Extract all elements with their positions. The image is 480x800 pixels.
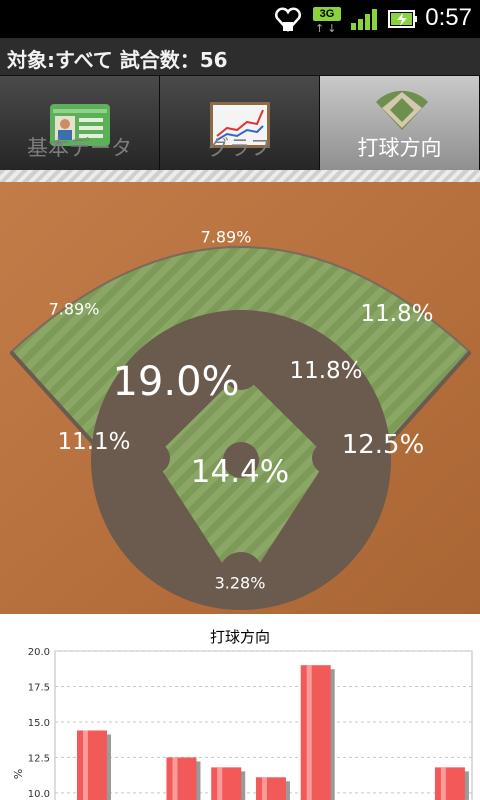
pct-first-base: 12.5% [341,430,425,460]
bar-highlight [217,767,223,800]
pct-right-center-infield: 11.8% [289,358,363,384]
signal-icon [351,9,377,30]
bar-highlight [172,757,178,800]
y-tick-label: 17.5 [28,682,50,693]
bar-highlight [83,730,88,800]
hit-direction-field: 7.89% 7.89% 11.8% 19.0% 11.8% 11.1% 12.5… [0,182,480,614]
clock: 0:57 [425,4,472,31]
tab-hit-direction-label: 打球方向 [357,136,442,160]
status-bar: 3G ↑↓ 0:57 [0,0,480,38]
bar [434,767,465,800]
battery-charging-icon [388,10,417,28]
page-title: 対象:すべて 試合数：56 [7,48,228,72]
bar-highlight [261,777,267,800]
title-bar: 対象:すべて 試合数：56 [0,38,480,76]
network-type-badge: 3G [313,7,341,21]
y-tick-label: 20.0 [28,647,50,658]
y-tick-label: 12.5 [28,753,50,764]
bar [211,767,242,800]
bar [166,757,197,800]
baseball-field-icon [376,90,428,130]
pct-left-far: 7.89% [48,299,100,319]
pct-pitcher: 14.4% [190,454,290,490]
tab-basic-data-label: 基本データ [27,136,132,160]
bar-highlight [440,767,446,800]
tab-graph-label: グラフ [208,136,271,160]
bar [300,665,331,800]
divider [0,170,480,182]
chart-title: 打球方向 [209,628,270,646]
field-graphic [0,182,480,614]
bar-highlight [306,665,312,800]
bar [77,730,107,800]
hit-direction-chart: 打球方向 % 10.0 12.5 15.0 17.5 20.0 [0,614,480,800]
pct-right-far: 11.8% [360,301,434,327]
pct-center-far: 7.89% [200,227,252,247]
heart-notification-icon [275,7,301,32]
y-tick-label: 15.0 [28,718,50,729]
pct-third-base: 11.1% [57,429,131,455]
y-tick-label: 10.0 [28,789,50,800]
tab-basic-data[interactable]: 基本データ [0,76,160,170]
pct-left-center-infield: 19.0% [112,359,240,405]
pct-catcher: 3.28% [214,573,266,593]
tab-graph[interactable]: グラフ [160,76,320,170]
tab-bar: 基本データ グラフ 打球方向 [0,76,480,170]
y-axis-label: % [12,769,25,779]
bar [255,777,286,800]
tab-hit-direction[interactable]: 打球方向 [320,76,480,170]
data-activity-icon: ↑↓ [315,22,340,35]
